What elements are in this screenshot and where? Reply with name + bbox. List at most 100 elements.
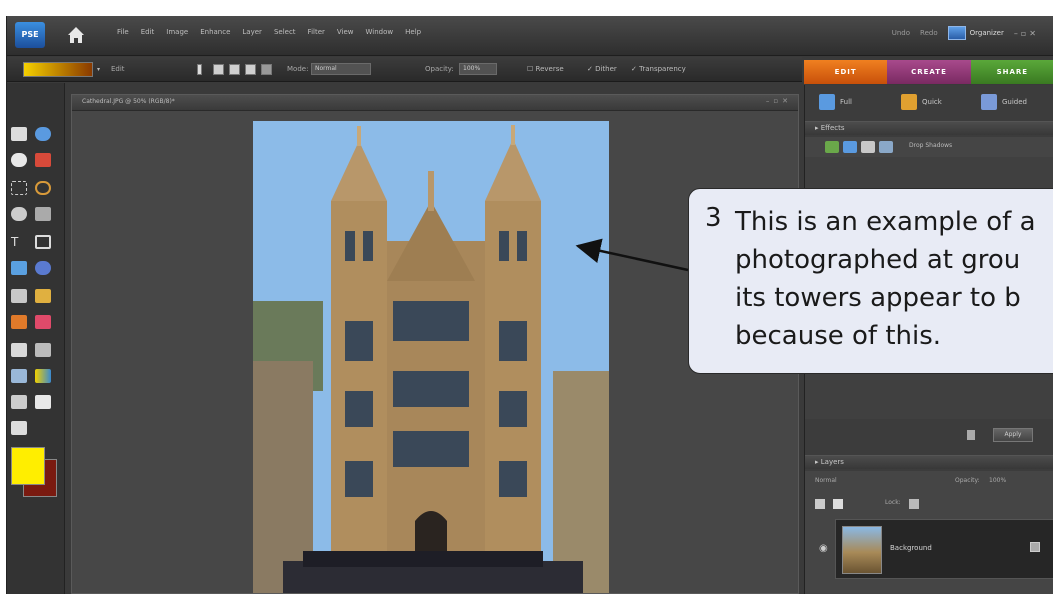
brush-tool-icon[interactable] [11,343,27,357]
layer-opacity-field[interactable]: 100% [989,477,1006,484]
layer-name: Background [890,544,932,552]
layer-row-background[interactable]: Background [835,519,1053,579]
filters-icon[interactable] [825,141,839,153]
diamond-gradient-icon[interactable] [261,64,272,75]
tab-create[interactable]: CREATE [887,60,971,84]
layer-lock-icon [1030,542,1040,552]
hand-tool-icon[interactable] [11,153,27,167]
menu-item-image[interactable]: Image [166,28,188,36]
document-window-controls[interactable]: –▫✕ [766,97,792,105]
main-menu: File Edit Image Enhance Layer Select Filter Vie… [117,28,421,36]
shape-tool-icon[interactable] [11,395,27,409]
guided-edit-icon [981,94,997,110]
tab-share[interactable]: SHARE [970,60,1053,84]
organizer-icon [947,26,966,40]
sponge-tool-icon[interactable] [11,421,27,435]
subtab-full[interactable]: Full [819,91,852,113]
transparency-checkbox[interactable]: ✓ Transparency [631,65,686,73]
blend-mode-select[interactable]: Normal [815,477,837,484]
subtab-quick[interactable]: Quick [901,91,942,113]
dither-checkbox[interactable]: ✓ Dither [587,65,617,73]
layer-styles-icon[interactable] [843,141,857,153]
adjustment-layer-icon[interactable] [833,499,843,509]
document-title: Cathedral.JPG @ 50% (RGB/8)* [82,98,175,105]
menu-item-help[interactable]: Help [405,28,421,36]
linear-gradient-icon[interactable] [197,64,202,75]
subtab-guided[interactable]: Guided [981,91,1027,113]
image-canvas[interactable] [253,121,609,593]
move-tool-icon[interactable] [11,127,27,141]
instruction-callout: 3 This is an example of a photographed a… [688,188,1053,374]
redo-button[interactable]: Redo [920,29,938,37]
layers-panel-header[interactable]: ▸ Layers [805,455,1053,469]
menu-item-layer[interactable]: Layer [242,28,262,36]
foreground-color-swatch[interactable] [11,447,45,485]
reverse-label: Reverse [535,65,564,73]
apply-button[interactable]: Apply [993,428,1033,442]
undo-button[interactable]: Undo [892,29,910,37]
selection-brush-tool-icon[interactable] [35,207,51,221]
effects-panel-header[interactable]: ▸ Effects [805,121,1053,135]
organizer-button[interactable]: Organizer [947,26,1004,40]
blur-tool-icon[interactable] [35,395,51,409]
clone-stamp-tool-icon[interactable] [11,315,27,329]
full-edit-icon [819,94,835,110]
lock-transparent-icon[interactable] [909,499,919,509]
eyedropper-tool-icon[interactable] [35,153,51,167]
dither-label: Dither [595,65,617,73]
straighten-tool-icon[interactable] [35,261,51,275]
document-titlebar[interactable]: Cathedral.JPG @ 50% (RGB/8)* –▫✕ [72,95,798,111]
gradient-tool-icon[interactable] [35,369,51,383]
quick-fix-icon [901,94,917,110]
gradient-dropdown-icon[interactable]: ▾ [97,66,100,73]
lock-label: Lock: [885,499,901,506]
crop-tool-icon[interactable] [35,235,51,249]
mode-select[interactable]: Normal [311,63,371,75]
type-tool-icon[interactable]: T [11,235,27,249]
subtab-guided-label: Guided [1002,98,1027,106]
reverse-checkbox[interactable]: ☐ Reverse [527,65,564,73]
effects-category-dropdown[interactable]: Drop Shadows [909,142,952,149]
organizer-label: Organizer [969,29,1004,37]
reflected-gradient-icon[interactable] [245,64,256,75]
window-controls[interactable]: –▫✕ [1014,29,1039,38]
tool-options-bar: ▾ Edit Mode: Normal Opacity: 100% ☐ Reve… [7,57,802,82]
trash-icon[interactable] [967,430,975,440]
marquee-tool-icon[interactable] [11,181,27,195]
layers-panel-title: Layers [820,458,844,466]
edit-gradient-button[interactable]: Edit [111,65,125,73]
menu-item-select[interactable]: Select [274,28,296,36]
opacity-field[interactable]: 100% [459,63,497,75]
menu-item-enhance[interactable]: Enhance [200,28,230,36]
app-logo: PSE [15,22,45,48]
magic-wand-tool-icon[interactable] [11,207,27,221]
tab-edit[interactable]: EDIT [804,60,888,84]
menu-item-file[interactable]: File [117,28,129,36]
cathedral-photo [253,121,609,593]
smart-brush-tool-icon[interactable] [35,343,51,357]
home-icon[interactable] [65,24,87,46]
paint-bucket-tool-icon[interactable] [11,369,27,383]
new-layer-icon[interactable] [815,499,825,509]
callout-text: This is an example of a photographed at … [735,207,1036,351]
menu-item-edit[interactable]: Edit [141,28,155,36]
mode-tabs: EDIT CREATE SHARE [804,57,1053,85]
visibility-eye-icon[interactable]: ◉ [819,543,828,554]
gradient-picker[interactable] [23,62,93,77]
photo-effects-icon[interactable] [861,141,875,153]
zoom-tool-icon[interactable] [35,127,51,141]
lasso-tool-icon[interactable] [35,181,51,195]
menu-item-filter[interactable]: Filter [308,28,325,36]
effects-toolbar: Drop Shadows [805,137,1053,157]
eraser-tool-icon[interactable] [35,315,51,329]
radial-gradient-icon[interactable] [213,64,224,75]
opacity-label: Opacity: [425,65,454,73]
angle-gradient-icon[interactable] [229,64,240,75]
red-eye-tool-icon[interactable] [11,289,27,303]
all-effects-icon[interactable] [879,141,893,153]
cookie-cutter-tool-icon[interactable] [11,261,27,275]
menu-right: Undo Redo Organizer –▫✕ [892,26,1039,40]
menu-item-view[interactable]: View [337,28,354,36]
spot-healing-tool-icon[interactable] [35,289,51,303]
menu-item-window[interactable]: Window [366,28,394,36]
